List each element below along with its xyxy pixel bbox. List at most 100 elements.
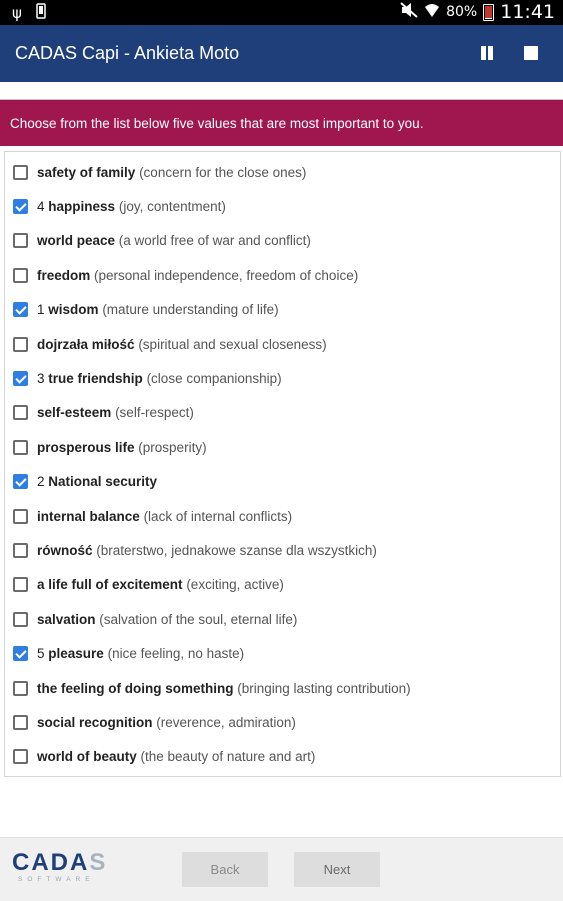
option-description: (a world free of war and conflict)	[118, 233, 311, 249]
phone-icon	[36, 3, 46, 23]
option-row[interactable]: safety of family (concern for the close …	[13, 157, 533, 187]
pause-icon	[481, 46, 486, 60]
option-description: (the beauty of nature and art)	[140, 749, 316, 765]
checkbox[interactable]	[13, 508, 28, 524]
checkbox[interactable]	[13, 714, 28, 730]
option-description: (personal independence, freedom of choic…	[94, 267, 359, 283]
option-description: (exciting, active)	[186, 577, 284, 593]
checkbox[interactable]	[13, 611, 28, 627]
option-description: (self-respect)	[115, 405, 194, 421]
option-row[interactable]: 5 pleasure (nice feeling, no haste)	[13, 639, 533, 669]
clock: 11:41	[500, 1, 555, 23]
option-name: happiness	[48, 198, 116, 214]
option-name: the feeling of doing something	[37, 680, 234, 696]
options-list: safety of family (concern for the close …	[4, 151, 561, 777]
checkbox[interactable]	[13, 336, 28, 352]
option-label: freedom (personal independence, freedom …	[37, 268, 358, 283]
option-name: social recognition	[37, 714, 153, 730]
option-name: world peace	[37, 233, 116, 249]
back-button[interactable]: Back	[182, 852, 268, 887]
option-name: prosperous life	[37, 439, 135, 455]
option-name: self-esteem	[37, 405, 112, 421]
option-name: National security	[48, 474, 158, 490]
checkbox-checked[interactable]	[13, 198, 28, 214]
option-name: pleasure	[48, 646, 104, 662]
option-name: world of beauty	[37, 749, 137, 765]
stop-icon	[524, 46, 538, 60]
question-text: Choose from the list below five values t…	[10, 116, 424, 131]
option-label: 3 true friendship (close companionship)	[37, 371, 282, 386]
usb-icon: ψ	[12, 4, 22, 22]
checkbox[interactable]	[13, 749, 28, 765]
option-name: równość	[37, 542, 93, 558]
checkbox[interactable]	[13, 267, 28, 283]
option-name: salvation	[37, 611, 96, 627]
cadas-logo: CADAS SOFTWARE	[12, 849, 108, 883]
option-row[interactable]: a life full of excitement (exciting, act…	[13, 570, 533, 600]
option-label: safety of family (concern for the close …	[37, 165, 306, 180]
rank-number: 1	[37, 302, 45, 318]
app-bar: CADAS Capi - Ankieta Moto	[0, 25, 563, 82]
checkbox[interactable]	[13, 439, 28, 455]
option-description: (joy, contentment)	[118, 198, 226, 214]
option-description: (lack of internal conflicts)	[143, 508, 293, 524]
option-row[interactable]: prosperous life (prosperity)	[13, 432, 533, 462]
option-row[interactable]: freedom (personal independence, freedom …	[13, 260, 533, 290]
option-label: the feeling of doing something (bringing…	[37, 681, 411, 696]
checkbox[interactable]	[13, 405, 28, 421]
checkbox[interactable]	[13, 542, 28, 558]
option-description: (prosperity)	[138, 439, 207, 455]
option-description: (reverence, admiration)	[156, 714, 296, 730]
option-row[interactable]: 4 happiness (joy, contentment)	[13, 191, 533, 221]
option-row[interactable]: self-esteem (self-respect)	[13, 398, 533, 428]
checkbox-checked[interactable]	[13, 302, 28, 318]
option-label: salvation (salvation of the soul, eterna…	[37, 612, 297, 627]
option-description: (concern for the close ones)	[139, 164, 307, 180]
option-label: 2 National security	[37, 474, 157, 489]
option-row[interactable]: world of beauty (the beauty of nature an…	[13, 742, 533, 772]
rank-number: 3	[37, 370, 45, 386]
stop-button[interactable]	[521, 43, 541, 63]
battery-icon	[483, 3, 495, 21]
option-description: (mature understanding of life)	[102, 302, 279, 318]
option-row[interactable]: dojrzała miłość (spiritual and sexual cl…	[13, 329, 533, 359]
option-label: 5 pleasure (nice feeling, no haste)	[37, 646, 244, 661]
option-label: world of beauty (the beauty of nature an…	[37, 749, 315, 764]
option-row[interactable]: 1 wisdom (mature understanding of life)	[13, 295, 533, 325]
option-label: self-esteem (self-respect)	[37, 405, 194, 420]
pause-button[interactable]	[478, 43, 496, 63]
checkbox-checked[interactable]	[13, 646, 28, 662]
option-description: (salvation of the soul, eternal life)	[99, 611, 298, 627]
option-name: true friendship	[48, 370, 143, 386]
option-label: prosperous life (prosperity)	[37, 440, 207, 455]
footer: CADAS SOFTWARE Back Next	[0, 837, 563, 901]
rank-number: 5	[37, 646, 45, 662]
status-bar: ψ 80% 11:41	[0, 0, 563, 25]
option-row[interactable]: salvation (salvation of the soul, eterna…	[13, 604, 533, 634]
option-name: dojrzała miłość	[37, 336, 135, 352]
option-row[interactable]: social recognition (reverence, admiratio…	[13, 707, 533, 737]
option-label: social recognition (reverence, admiratio…	[37, 715, 296, 730]
option-name: internal balance	[37, 508, 140, 524]
checkbox-checked[interactable]	[13, 474, 28, 490]
checkbox[interactable]	[13, 164, 28, 180]
option-description: (spiritual and sexual closeness)	[138, 336, 327, 352]
checkbox-checked[interactable]	[13, 370, 28, 386]
option-name: safety of family	[37, 164, 136, 180]
option-label: internal balance (lack of internal confl…	[37, 509, 292, 524]
checkbox[interactable]	[13, 577, 28, 593]
option-description: (bringing lasting contribution)	[237, 680, 411, 696]
app-title: CADAS Capi - Ankieta Moto	[15, 43, 240, 63]
option-label: równość (braterstwo, jednakowe szanse dl…	[37, 543, 377, 558]
option-row[interactable]: równość (braterstwo, jednakowe szanse dl…	[13, 535, 533, 565]
option-row[interactable]: the feeling of doing something (bringing…	[13, 673, 533, 703]
option-row[interactable]: world peace (a world free of war and con…	[13, 226, 533, 256]
option-label: a life full of excitement (exciting, act…	[37, 577, 284, 592]
battery-percent: 80%	[446, 4, 478, 20]
next-button[interactable]: Next	[294, 852, 380, 887]
option-row[interactable]: 2 National security	[13, 467, 533, 497]
option-row[interactable]: internal balance (lack of internal confl…	[13, 501, 533, 531]
option-row[interactable]: 3 true friendship (close companionship)	[13, 363, 533, 393]
checkbox[interactable]	[13, 680, 28, 696]
checkbox[interactable]	[13, 233, 28, 249]
